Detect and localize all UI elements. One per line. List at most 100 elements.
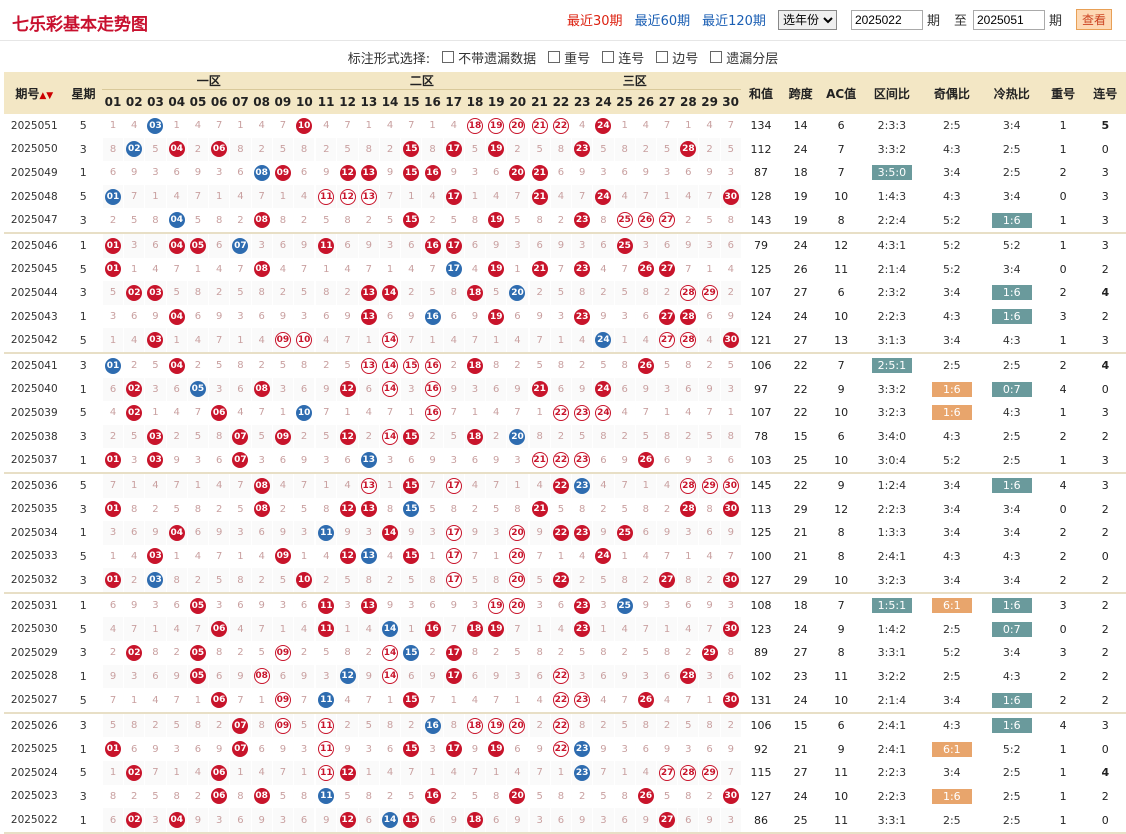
omission-cell: 5 <box>271 784 294 809</box>
number-header-08: 08 <box>251 89 273 114</box>
drawn-ball: 21 <box>531 117 548 134</box>
table-row: 2025039 5 4 02 1 4 7 06 4 7 1 10 7 1 4 7 1 16 7 1 4 7 1 22 23 24 4… <box>4 401 1126 425</box>
omission-cell: 7 <box>485 688 507 714</box>
recent-30-link[interactable]: 最近30期 <box>567 10 623 29</box>
number-header-01: 01 <box>102 89 124 114</box>
drawn-ball: 16 <box>424 381 441 398</box>
omission-cell: 8 <box>592 641 615 665</box>
omission-cell: 8 <box>463 641 486 665</box>
zone-ratio-cell: 3:3:1 <box>861 808 922 834</box>
omission-cell: 2 <box>378 568 401 594</box>
checkbox-icon[interactable] <box>548 51 561 63</box>
omission-cell: 3 <box>208 377 230 402</box>
week-cell: 5 <box>79 190 87 204</box>
sum-cell: 112 <box>750 142 772 156</box>
omission-cell: 2 <box>400 712 422 738</box>
number-cell-hit: 08 <box>250 257 273 282</box>
drawn-ball: 02 <box>126 644 143 661</box>
checkbox-icon[interactable] <box>602 51 615 63</box>
omission-cell: 6 <box>463 232 486 258</box>
drawn-ball: 19 <box>488 117 505 134</box>
drawn-ball: 15 <box>403 812 420 829</box>
number-header-07: 07 <box>229 89 252 114</box>
week-cell: 5 <box>79 406 87 420</box>
number-cell-hit: 13 <box>357 281 380 305</box>
repeat-cell: 0 <box>1059 502 1067 516</box>
span-cell: 24 <box>793 142 808 156</box>
number-cell-hit: 04 <box>165 208 188 234</box>
number-cell-hit: 02 <box>123 808 145 834</box>
sum-cell: 124 <box>750 310 772 324</box>
year-select[interactable]: 选年份 <box>777 9 837 30</box>
to-period-input[interactable] <box>972 9 1045 30</box>
odd-even-cell: 5:2 <box>942 262 961 276</box>
check-button[interactable]: 查看 <box>1075 9 1112 30</box>
omission-cell: 7 <box>250 401 273 425</box>
number-cell-hit: 14 <box>378 664 401 689</box>
omission-cell: 2 <box>378 784 401 809</box>
drawn-ball: 23 <box>574 308 591 325</box>
filter-option-consecutive[interactable]: 连号 <box>602 48 644 67</box>
omission-cell: 5 <box>101 281 124 305</box>
omission-cell: 7 <box>293 472 316 498</box>
recent-60-link[interactable]: 最近60期 <box>635 10 691 29</box>
issue-cell: 2025033 <box>10 550 58 563</box>
omission-cell: 6 <box>719 448 741 474</box>
omission-cell: 1 <box>698 688 721 714</box>
omission-cell: 3 <box>506 448 529 474</box>
number-cell-hit: 03 <box>144 114 167 138</box>
omission-cell: 7 <box>229 472 252 498</box>
table-row: 2025032 3 01 2 03 8 2 5 8 2 5 10 2 5 8 2 5 8 17 5 8 20 5 22 2 5 8 2… <box>4 568 1126 594</box>
drawn-ball: 20 <box>509 117 526 134</box>
omission-cell: 5 <box>421 281 444 305</box>
repeat-cell: 4 <box>1059 719 1067 733</box>
omission-cell: 3 <box>655 377 678 402</box>
number-cell-hit: 15 <box>400 737 422 762</box>
checkbox-icon[interactable] <box>442 51 455 63</box>
omission-cell: 7 <box>400 114 422 138</box>
number-cell-hit: 23 <box>571 688 593 714</box>
number-cell-hit: 01 <box>101 232 124 258</box>
omission-cell: 8 <box>314 281 337 305</box>
filter-option-layers[interactable]: 遗漏分层 <box>710 48 778 67</box>
number-cell-hit: 16 <box>421 232 444 258</box>
issue-header[interactable]: 期号▲▼ <box>4 72 65 114</box>
checkbox-icon[interactable] <box>710 51 723 63</box>
omission-cell: 6 <box>378 304 401 329</box>
omission-cell: 3 <box>677 737 699 762</box>
drawn-ball: 15 <box>403 212 420 229</box>
omission-cell: 5 <box>442 208 465 234</box>
omission-cell: 5 <box>336 137 359 162</box>
number-cell-hit: 17 <box>442 664 465 689</box>
filter-option-edge[interactable]: 边号 <box>656 48 698 67</box>
filter-option-repeat[interactable]: 重号 <box>548 48 590 67</box>
checkbox-icon[interactable] <box>656 51 669 63</box>
number-header-26: 26 <box>635 89 657 114</box>
issue-cell: 2025036 <box>10 479 58 492</box>
omission-cell: 8 <box>421 568 444 594</box>
number-cell-hit: 27 <box>655 568 678 594</box>
omission-cell: 5 <box>634 424 657 449</box>
drawn-ball: 14 <box>382 381 399 398</box>
ratio-pill: 3:5:0 <box>871 165 912 181</box>
number-cell-hit: 09 <box>271 161 294 185</box>
omission-cell: 8 <box>527 208 551 234</box>
zone-3-header: 三区 <box>528 72 741 90</box>
omission-cell: 9 <box>165 664 188 689</box>
recent-120-link[interactable]: 最近120期 <box>702 10 766 29</box>
filter-option-no-omission[interactable]: 不带遗漏数据 <box>442 48 536 67</box>
drawn-ball: 30 <box>722 621 739 638</box>
omission-cell: 4 <box>400 257 422 282</box>
drawn-ball: 09 <box>274 692 291 709</box>
omission-cell: 8 <box>655 424 678 449</box>
omission-cell: 4 <box>208 472 230 498</box>
omission-cell: 9 <box>506 377 529 402</box>
span-cell: 27 <box>780 328 821 354</box>
sum-cell: 125 <box>750 526 772 540</box>
omission-cell: 3 <box>293 304 316 329</box>
omission-cell: 7 <box>357 688 380 714</box>
number-cell-hit: 26 <box>634 784 657 809</box>
number-cell-hit: 26 <box>634 208 657 234</box>
from-period-input[interactable] <box>850 9 923 30</box>
omission-cell: 8 <box>336 208 359 234</box>
